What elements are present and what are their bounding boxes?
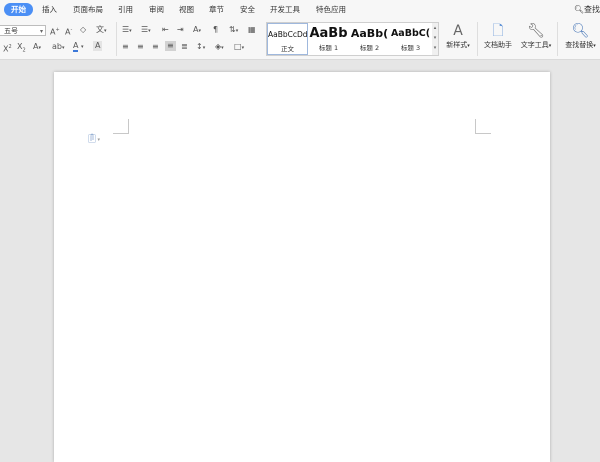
new-style-icon: A	[453, 23, 463, 39]
new-style-button[interactable]: A 新样式▾	[443, 22, 473, 51]
style-name: 标题 3	[400, 44, 421, 52]
show-hide-marks-icon[interactable]: ¶	[213, 25, 218, 35]
tab-chapter[interactable]: 章节	[209, 4, 224, 15]
borders-icon[interactable]: □▾	[234, 42, 244, 53]
new-style-label: 新样式	[446, 41, 468, 49]
font-size-select[interactable]: 五号 ▾	[0, 25, 46, 36]
text-tools-button[interactable]: 🔧︎ 文字工具▾	[517, 22, 555, 51]
subscript-icon[interactable]: X2	[17, 42, 26, 56]
chevron-down-icon[interactable]: ▾	[81, 42, 84, 52]
style-sample: AaBbC(	[390, 28, 431, 39]
style-heading-3[interactable]: AaBbC( 标题 3	[390, 23, 431, 55]
text-effect-icon[interactable]: A▾	[33, 42, 41, 53]
font-size-value: 五号	[4, 27, 18, 35]
wrench-icon: 🔧︎	[527, 23, 545, 39]
doc-helper-label: 文档助手	[484, 41, 512, 49]
align-center-icon[interactable]: ≡	[137, 42, 144, 52]
paste-options-button[interactable]: 📋︎▾	[86, 134, 100, 145]
tab-start[interactable]: 开始	[4, 3, 33, 16]
chinese-layout-icon[interactable]: A▾	[193, 25, 201, 36]
search-command[interactable]: 🔍︎查找	[574, 4, 600, 15]
search-icon: 🔍︎	[573, 5, 584, 14]
menu-bar: 开始 插入 页面布局 引用 审阅 视图 章节 安全 开发工具 特色应用 🔍︎查找	[0, 0, 600, 19]
style-heading-2[interactable]: AaBb( 标题 2	[349, 23, 390, 55]
tab-developer-tools[interactable]: 开发工具	[270, 4, 300, 15]
tab-page-layout[interactable]: 页面布局	[73, 4, 103, 15]
find-replace-button[interactable]: 🔍︎ 查找替换▾	[561, 22, 600, 51]
highlight-icon[interactable]: ab▾	[52, 42, 65, 53]
align-right-icon[interactable]: ≡	[152, 42, 159, 52]
style-gallery: AaBbCcDd 正文 AaBb 标题 1 AaBb( 标题 2 AaBbC( …	[266, 22, 439, 56]
justify-icon[interactable]: ≡	[165, 41, 176, 51]
search-icon: 🔍︎	[571, 23, 590, 39]
style-sample: AaBbCcDd	[268, 30, 307, 39]
search-label: 查找	[584, 5, 600, 14]
ribbon-toolbar: 五号 ▾ A+ A- ◇ 文▾ X2 X2 A▾ ab▾ A ▾ A ☰▾ ☰▾…	[0, 19, 600, 60]
doc-helper-button[interactable]: 🗋 文档助手	[481, 22, 515, 50]
chevron-down-icon: ▾	[39, 28, 43, 35]
style-name: 正文	[281, 45, 294, 53]
style-normal[interactable]: AaBbCcDd 正文	[267, 23, 308, 55]
divider	[116, 22, 117, 56]
increase-indent-icon[interactable]: ⇥	[177, 25, 184, 35]
phonetic-guide-icon[interactable]: 文▾	[96, 25, 107, 36]
document-page[interactable]: 📋︎▾	[54, 72, 550, 462]
style-name: 标题 1	[318, 44, 339, 52]
line-spacing-icon[interactable]: ↕▾	[196, 42, 205, 53]
tab-references[interactable]: 引用	[118, 4, 133, 15]
style-sample: AaBb	[309, 26, 348, 41]
align-left-icon[interactable]: ≡	[122, 42, 129, 52]
clear-format-icon[interactable]: ◇	[80, 25, 86, 35]
style-sample: AaBb(	[350, 27, 389, 40]
find-replace-label: 查找替换	[565, 41, 594, 49]
grow-font-icon[interactable]: A+	[50, 25, 60, 38]
tab-security[interactable]: 安全	[240, 4, 255, 15]
sort-icon[interactable]: ⇅▾	[229, 25, 238, 36]
superscript-icon[interactable]: X2	[3, 42, 12, 55]
tab-view[interactable]: 视图	[179, 4, 194, 15]
style-name: 标题 2	[359, 44, 380, 52]
clipboard-icon: 📋︎	[86, 134, 98, 144]
tab-special-apps[interactable]: 特色应用	[316, 4, 346, 15]
shrink-font-icon[interactable]: A-	[65, 25, 72, 38]
style-heading-1[interactable]: AaBb 标题 1	[308, 23, 349, 55]
shading-icon[interactable]: ◈▾	[215, 42, 224, 53]
margin-corner-mark	[475, 119, 491, 134]
numbered-list-icon[interactable]: ☰▾	[141, 25, 151, 36]
divider	[477, 22, 478, 56]
document-icon: 🗋	[492, 23, 504, 39]
style-gallery-scroll[interactable]: ▴ ▾ ▾	[432, 23, 438, 55]
font-color-icon[interactable]: A	[73, 42, 79, 52]
tab-review[interactable]: 审阅	[149, 4, 164, 15]
char-shading-icon[interactable]: A	[93, 41, 103, 51]
distributed-align-icon[interactable]: ≣	[181, 42, 188, 52]
margin-corner-mark	[113, 119, 129, 134]
bullet-list-icon[interactable]: ☰▾	[122, 25, 132, 36]
decrease-indent-icon[interactable]: ⇤	[162, 25, 169, 35]
text-tools-label: 文字工具	[520, 41, 549, 49]
divider	[557, 22, 558, 56]
tab-insert[interactable]: 插入	[42, 4, 57, 15]
table-icon[interactable]: ▦	[248, 25, 256, 35]
chevron-down-icon: ▾	[97, 137, 100, 143]
